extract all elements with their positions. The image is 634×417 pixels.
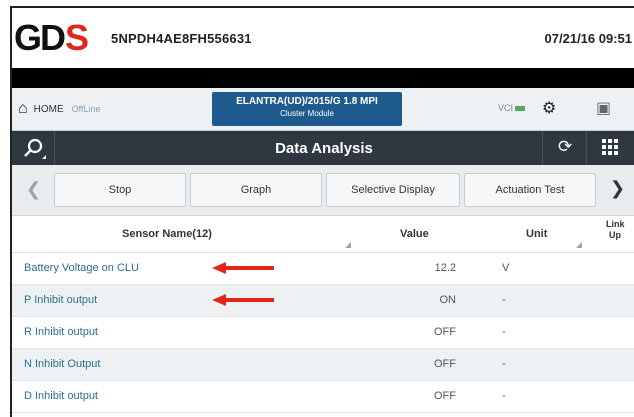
sort-icon[interactable] [576,242,582,248]
header-link-up-top[interactable]: Link [606,219,625,229]
top-header: GD S 5NPDH4AE8FH556631 07/21/16 09:51 [12,8,634,68]
sensor-name: Battery Voltage on CLU [24,262,139,274]
table-row[interactable]: D Inhibit output OFF - [12,381,634,413]
divider [54,131,55,165]
sort-icon[interactable] [345,242,351,248]
nav-bar: ⌂ HOME OffLine ELANTRA(UD)/2015/G 1.8 MP… [12,88,634,131]
action-toolbar: ❮ Stop Graph Selective Display Actuation… [12,165,634,216]
sensor-unit: - [502,390,506,402]
sensor-value: ON [439,294,457,306]
table-row[interactable]: Battery Voltage on CLU 12.2 V [12,253,634,285]
home-label[interactable]: HOME [34,104,64,115]
gds-logo: GD S [14,17,89,59]
fullscreen-icon[interactable]: ▣ [596,98,611,118]
black-band [12,68,634,88]
table-header: Sensor Name(12) Value Unit Link Up [12,216,634,253]
selective-display-button[interactable]: Selective Display [326,173,460,207]
vci-status: VCI [498,103,526,113]
sensor-table: Battery Voltage on CLU 12.2 V P Inhibit … [12,253,634,413]
logo-main: GD [14,17,66,58]
signal-icon [515,106,526,111]
sensor-unit: - [502,326,506,338]
actuation-test-button[interactable]: Actuation Test [464,173,596,207]
arrow-left-icon [212,262,274,274]
sensor-unit: V [502,262,510,274]
sensor-value: 12.2 [434,262,456,274]
refresh-icon[interactable]: ⟳ [558,137,572,157]
sensor-value: OFF [434,358,456,370]
header-unit[interactable]: Unit [526,228,547,240]
sensor-unit: - [502,358,506,370]
title-bar: Data Analysis ⟳ [12,131,634,165]
stop-button[interactable]: Stop [54,173,186,207]
header-link-up-bottom[interactable]: Up [609,230,621,240]
search-icon[interactable] [22,137,46,161]
sensor-value: OFF [434,390,456,402]
header-sensor-name[interactable]: Sensor Name(12) [122,228,212,240]
vci-label: VCI [498,103,514,113]
vehicle-info: ELANTRA(UD)/2015/G 1.8 MPI Cluster Modul… [212,92,402,126]
datetime: 07/21/16 09:51 [544,30,632,46]
chevron-right-icon[interactable]: ❯ [610,178,625,199]
logo-accent: S [65,17,89,58]
arrow-left-icon [212,294,274,306]
home-icon[interactable]: ⌂ [18,100,28,118]
divider [586,131,587,165]
table-row[interactable]: N Inhibit Output OFF - [12,349,634,381]
page-title: Data Analysis [275,139,373,157]
tools-icon[interactable]: ⚙ [542,98,556,118]
sensor-name: N Inhibit Output [24,358,101,370]
connection-status: OffLine [71,104,101,114]
chevron-left-icon[interactable]: ❮ [26,179,41,200]
sensor-name: P Inhibit output [24,294,98,306]
table-row[interactable]: R Inhibit output OFF - [12,317,634,349]
vin-number: 5NPDH4AE8FH556631 [111,30,252,46]
sensor-unit: - [502,294,506,306]
divider [542,131,543,165]
grid-icon[interactable] [602,139,618,155]
header-value[interactable]: Value [400,228,429,240]
app-window: GD S 5NPDH4AE8FH556631 07/21/16 09:51 ⌂ H… [10,6,634,417]
sensor-value: OFF [434,326,456,338]
graph-button[interactable]: Graph [190,173,322,207]
vehicle-module: Cluster Module [280,109,334,118]
vehicle-model: ELANTRA(UD)/2015/G 1.8 MPI [236,96,378,107]
sensor-name: R Inhibit output [24,326,98,338]
table-row[interactable]: P Inhibit output ON - [12,285,634,317]
sensor-name: D Inhibit output [24,390,98,402]
